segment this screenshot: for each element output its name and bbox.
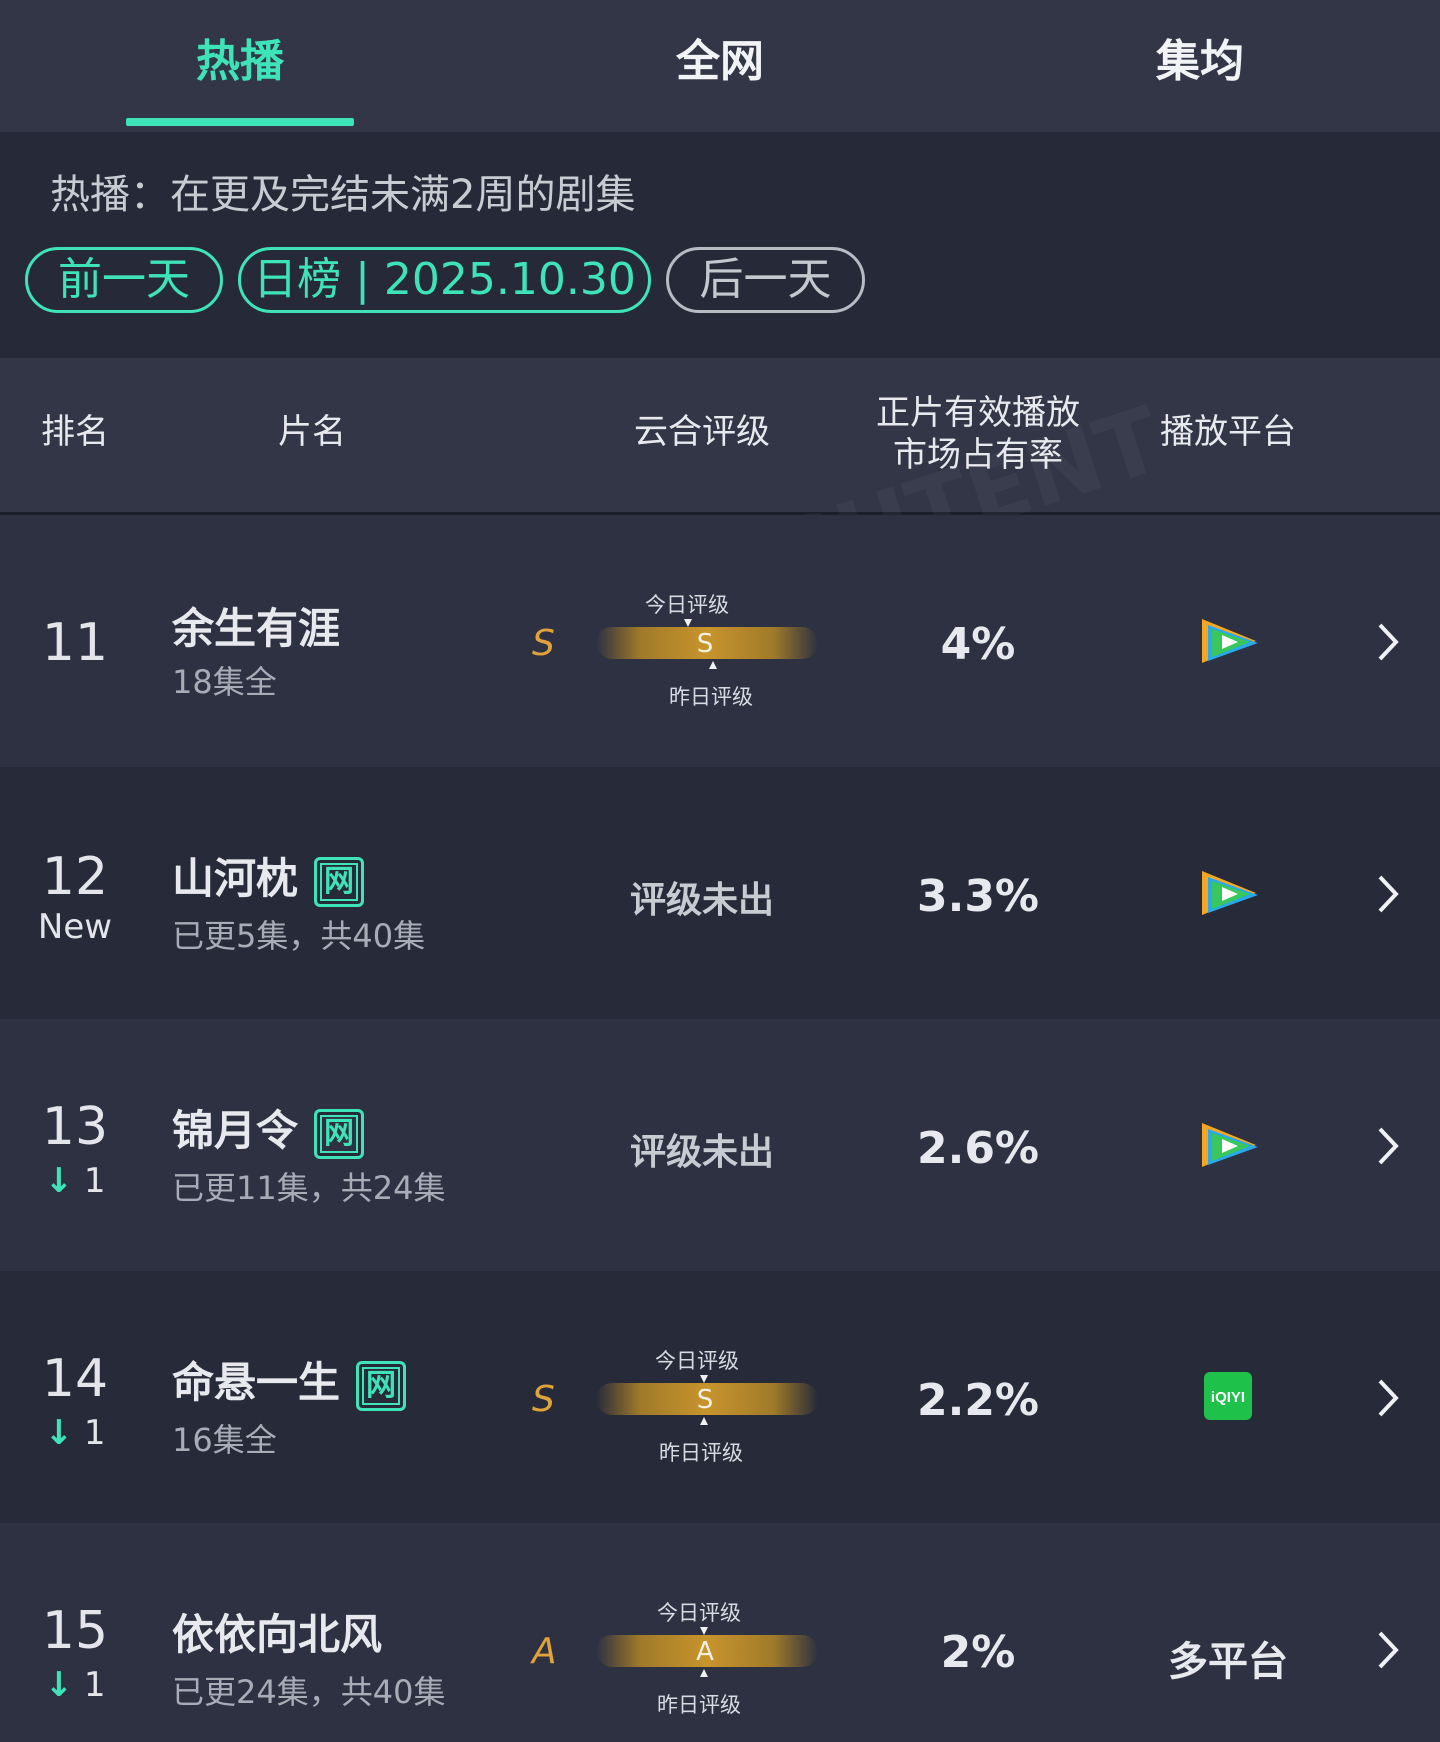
- web-drama-badge: 网: [356, 1360, 407, 1411]
- yesterday-rating-label: 昨日评级: [657, 1693, 741, 1717]
- drama-title: 锦月令网: [172, 1097, 365, 1159]
- section-description: 热播：在更及完结未满2周的剧集: [50, 172, 636, 218]
- table-header: 排名 片名 云合评级 正片有效播放 市场占有率 播放平台: [0, 358, 1440, 515]
- previous-day-button[interactable]: 前一天: [25, 247, 223, 313]
- column-title: 片名: [278, 412, 346, 452]
- rating-bar-letter: S: [696, 1385, 714, 1415]
- market-share: 3.3%: [916, 871, 1040, 922]
- column-market-share: 正片有效播放 市场占有率: [876, 393, 1080, 475]
- drama-title: 命悬一生网: [172, 1349, 407, 1411]
- rating-not-available: 评级未出: [629, 1132, 774, 1173]
- rating-grade: A: [532, 1631, 557, 1672]
- rank-change: New: [37, 907, 113, 947]
- today-rating-label: 今日评级: [655, 1349, 739, 1373]
- yesterday-rating-marker: [700, 1669, 708, 1677]
- market-share: 2%: [940, 1627, 1016, 1678]
- table-row[interactable]: 11 余生有涯 18集全 S 今日评级 S 昨日评级 4%: [0, 515, 1440, 767]
- drama-title: 余生有涯: [172, 604, 341, 653]
- episode-info: 已更24集，共40集: [172, 1673, 446, 1711]
- episode-info: 16集全: [172, 1421, 277, 1459]
- chevron-right-icon[interactable]: [1372, 1627, 1402, 1673]
- yesterday-rating-marker: [709, 661, 717, 669]
- episode-info: 已更11集，共24集: [172, 1169, 446, 1207]
- tab-hot[interactable]: 热播: [0, 0, 480, 132]
- chevron-right-icon[interactable]: [1372, 619, 1402, 665]
- today-rating-marker: [684, 619, 692, 627]
- tencent-video-icon: [1202, 871, 1258, 915]
- rank-number: 14: [41, 1349, 109, 1409]
- active-tab-indicator: [126, 118, 354, 126]
- arrow-down-icon: ↓: [44, 1161, 74, 1201]
- yesterday-rating-label: 昨日评级: [669, 685, 753, 709]
- chevron-right-icon[interactable]: [1372, 1123, 1402, 1169]
- tencent-video-icon: [1202, 1123, 1258, 1167]
- rank-change: ↓ 1: [44, 1413, 106, 1453]
- today-rating-marker: [700, 1375, 708, 1383]
- rating-bar-letter: A: [696, 1637, 714, 1667]
- iqiyi-icon: iQIYI: [1204, 1372, 1252, 1420]
- table-row[interactable]: 14 ↓ 1 命悬一生网 16集全 S 今日评级 S 昨日评级 2.2% iQI…: [0, 1271, 1440, 1523]
- market-share: 4%: [940, 619, 1016, 670]
- column-platform: 播放平台: [1160, 412, 1296, 452]
- rank-change: ↓ 1: [44, 1665, 106, 1705]
- rank-number: 12: [41, 847, 109, 907]
- market-share: 2.6%: [916, 1123, 1040, 1174]
- multi-platform-label: 多平台: [1168, 1639, 1288, 1685]
- episode-info: 18集全: [172, 663, 277, 701]
- top-tab-bar: 热播 全网 集均: [0, 0, 1440, 132]
- web-drama-badge: 网: [314, 856, 365, 907]
- web-drama-badge: 网: [314, 1108, 365, 1159]
- tab-per-episode[interactable]: 集均: [960, 0, 1440, 132]
- rank-number: 11: [41, 613, 109, 673]
- yesterday-rating-marker: [700, 1417, 708, 1425]
- episode-info: 已更5集，共40集: [172, 917, 426, 955]
- market-share: 2.2%: [916, 1375, 1040, 1426]
- rank-number: 13: [41, 1097, 109, 1157]
- table-row[interactable]: 12 New 山河枕网 已更5集，共40集 评级未出 3.3%: [0, 767, 1440, 1019]
- tencent-video-icon: [1202, 619, 1258, 663]
- today-rating-label: 今日评级: [657, 1601, 741, 1625]
- rating-grade: S: [532, 1379, 555, 1420]
- table-row[interactable]: 15 ↓ 1 依依向北风 已更24集，共40集 A 今日评级 A 昨日评级 2%…: [0, 1523, 1440, 1742]
- table-row[interactable]: 13 ↓ 1 锦月令网 已更11集，共24集 评级未出 2.6%: [0, 1019, 1440, 1271]
- rating-grade: S: [532, 623, 555, 664]
- svg-text:iQIYI: iQIYI: [1211, 1389, 1245, 1406]
- arrow-down-icon: ↓: [44, 1413, 74, 1453]
- rating-not-available: 评级未出: [629, 880, 774, 921]
- yesterday-rating-label: 昨日评级: [659, 1441, 743, 1465]
- rating-bar-letter: S: [696, 629, 714, 659]
- date-selector[interactable]: 日榜 | 2025.10.30: [238, 247, 651, 313]
- column-rating: 云合评级: [634, 412, 770, 452]
- chevron-right-icon[interactable]: [1372, 871, 1402, 917]
- column-rank: 排名: [41, 412, 109, 452]
- tab-all-network[interactable]: 全网: [480, 0, 960, 132]
- chevron-right-icon[interactable]: [1372, 1375, 1402, 1421]
- arrow-down-icon: ↓: [44, 1665, 74, 1705]
- rank-change: ↓ 1: [44, 1161, 106, 1201]
- next-day-button[interactable]: 后一天: [666, 247, 865, 313]
- rank-number: 15: [41, 1601, 109, 1661]
- today-rating-marker: [700, 1627, 708, 1635]
- drama-title: 山河枕网: [172, 845, 365, 907]
- today-rating-label: 今日评级: [645, 593, 729, 617]
- drama-title: 依依向北风: [172, 1610, 383, 1659]
